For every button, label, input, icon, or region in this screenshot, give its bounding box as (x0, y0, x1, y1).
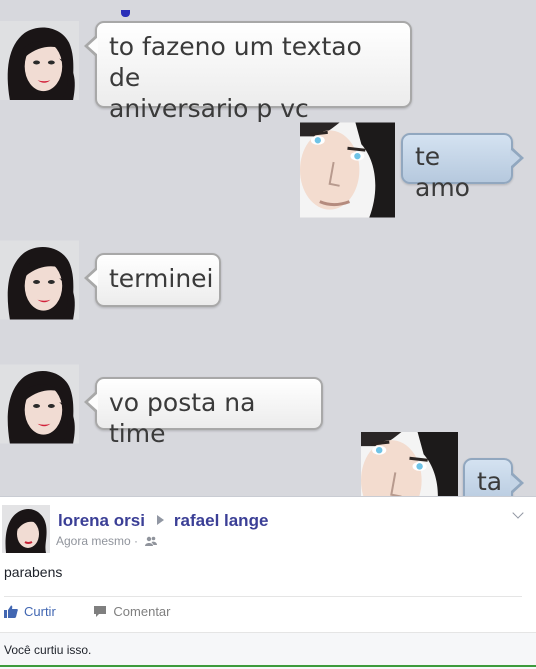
profile-photo (0, 240, 79, 320)
timeline-post: lorena orsi rafael lange Agora mesmo · pa… (0, 496, 536, 669)
message-text: terminei (109, 264, 214, 293)
like-status-text: Você curtiu isso. (4, 643, 92, 657)
message-bubble-incoming: to fazeno um textao de aniversario p vc (84, 21, 412, 123)
message-bubble-incoming: terminei (84, 253, 221, 307)
profile-photo (0, 21, 79, 100)
author-name-link[interactable]: lorena orsi (58, 511, 145, 530)
post-text: parabens (4, 564, 63, 580)
arrow-right-icon (156, 515, 164, 525)
sender-avatar[interactable] (0, 21, 79, 100)
recipient-name-link[interactable]: rafael lange (174, 511, 269, 530)
like-summary: Você curtiu isso. (0, 632, 536, 669)
comment-icon (94, 606, 107, 617)
post-actions: Curtir Comentar (4, 604, 204, 621)
post-header: lorena orsi rafael lange (58, 511, 268, 531)
comment-label: Comentar (113, 604, 171, 619)
profile-photo (2, 505, 50, 553)
post-meta: Agora mesmo · (56, 534, 158, 549)
sender-avatar[interactable] (0, 240, 79, 320)
post-author-avatar[interactable] (2, 505, 50, 553)
comment-button[interactable]: Comentar (93, 604, 170, 619)
friends-icon[interactable] (145, 535, 158, 549)
online-indicator (121, 10, 130, 17)
like-label: Curtir (24, 604, 56, 619)
post-timestamp[interactable]: Agora mesmo (56, 534, 131, 548)
message-text: vo posta na time (109, 388, 256, 448)
chevron-down-icon[interactable] (512, 507, 524, 519)
message-bubble-incoming: vo posta na time (84, 377, 323, 448)
message-text: ta (477, 467, 503, 496)
message-text: aniversario p vc (109, 94, 309, 123)
profile-photo (361, 432, 458, 498)
like-button[interactable]: Curtir (4, 604, 56, 619)
message-text: te amo (415, 142, 470, 202)
sender-avatar[interactable] (0, 364, 79, 444)
profile-photo (0, 364, 79, 444)
thumbs-up-icon (4, 605, 18, 618)
receiver-avatar[interactable] (300, 122, 395, 218)
message-bubble-outgoing: te amo (401, 133, 524, 202)
message-text: to fazeno um textao de (109, 32, 362, 92)
profile-photo (300, 122, 395, 218)
receiver-avatar[interactable] (361, 432, 458, 498)
divider (4, 596, 522, 597)
